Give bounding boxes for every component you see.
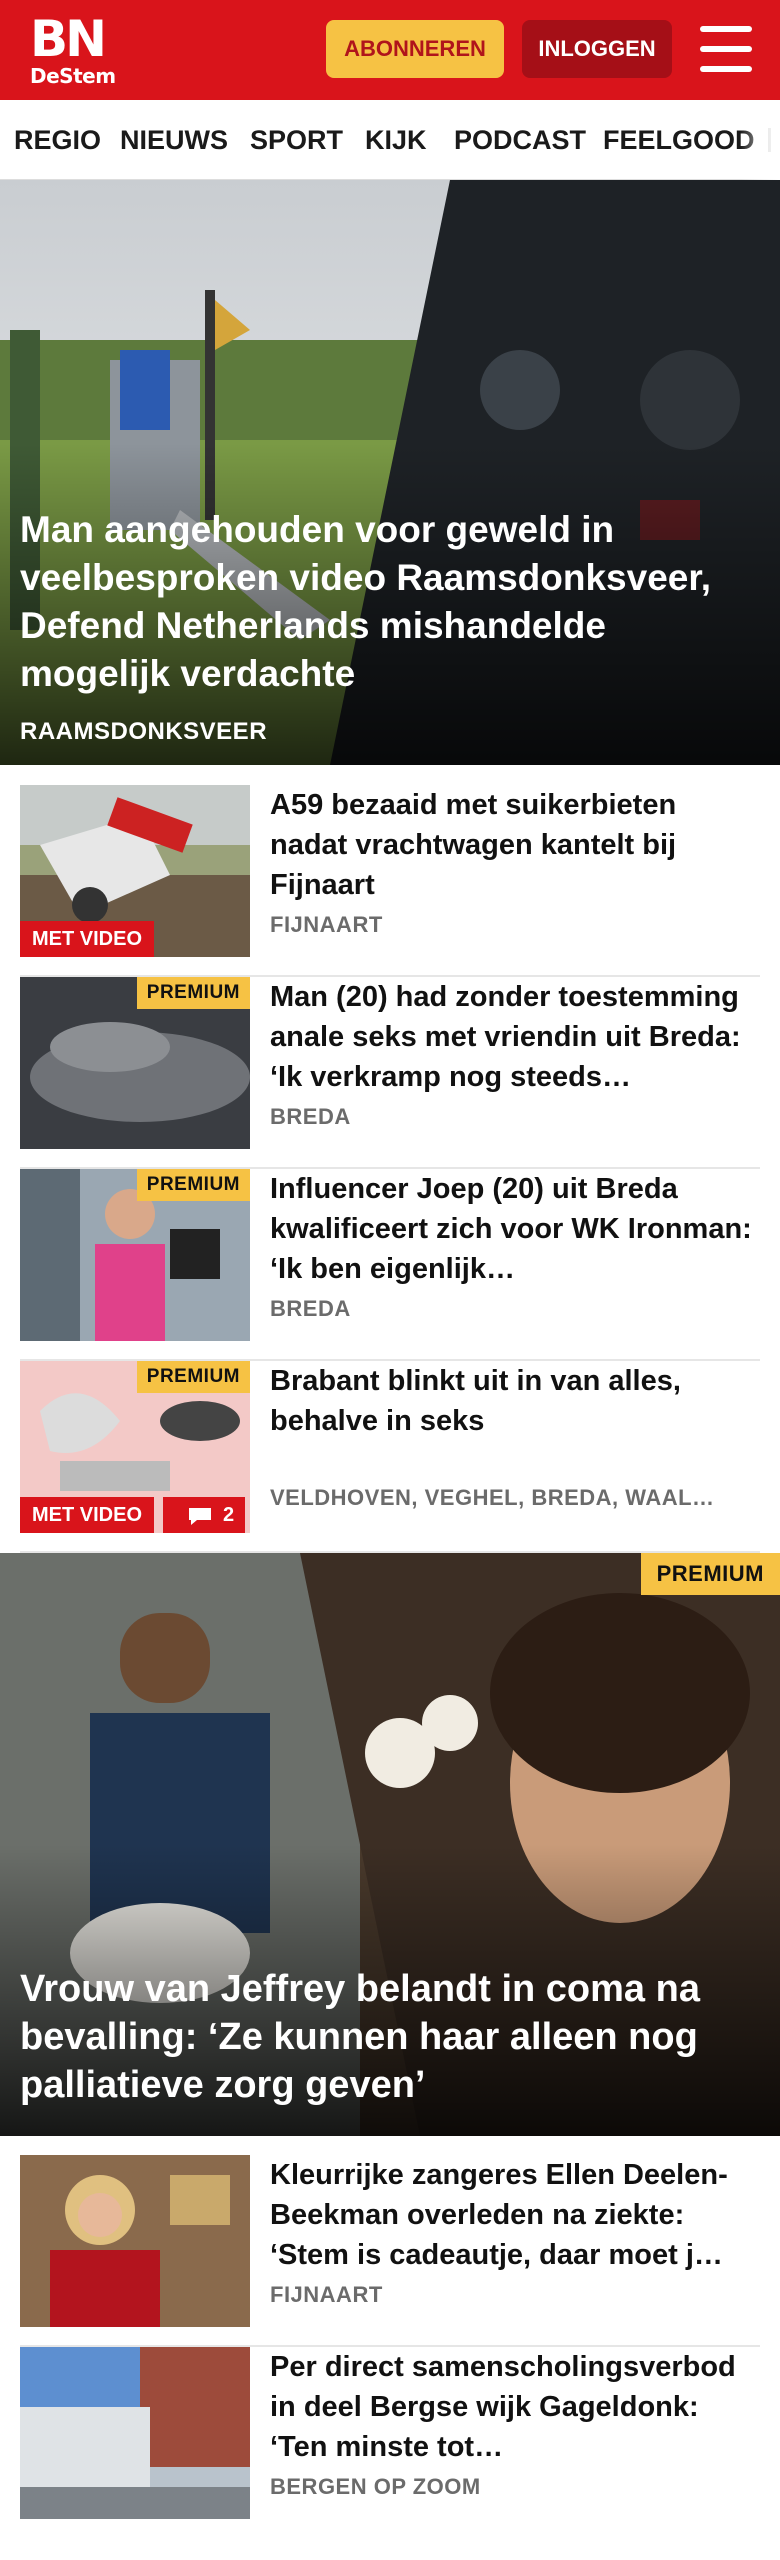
menu-icon[interactable]: [700, 26, 752, 72]
nav-item-kijk[interactable]: KIJK: [365, 100, 427, 180]
nav-item-regio[interactable]: REGIO: [14, 100, 101, 180]
feature-article[interactable]: PREMIUM Vrouw van Jeffrey belandt in com…: [0, 1553, 780, 2136]
feature-title: Vrouw van Jeffrey belandt in coma na bev…: [20, 1968, 700, 2106]
article-title: Man (20) had zonder toestem­ming anale s…: [270, 981, 741, 1093]
video-badge: MET VIDEO: [20, 1497, 155, 1533]
article-thumbnail: PREMIUM MET VIDEO 2: [20, 1361, 250, 1533]
list-item[interactable]: PREMIUM Influencer Joep (20) uit Breda k…: [20, 1169, 760, 1361]
article-location: BREDA: [270, 1296, 351, 1321]
article-thumbnail: MET VIDEO: [20, 785, 250, 957]
article-location: VELDHOVEN, VEGHEL, BREDA, WAAL…: [270, 1485, 715, 1510]
article-thumbnail: [20, 2347, 250, 2519]
nav-item-podcast[interactable]: PODCAST: [454, 100, 586, 180]
article-location: BREDA: [270, 1104, 351, 1129]
premium-badge: PREMIUM: [640, 1553, 780, 1595]
list-item[interactable]: MET VIDEO A59 bezaaid met suikerbieten n…: [20, 785, 760, 977]
premium-badge: PREMIUM: [136, 1361, 250, 1393]
nav-fade: [740, 100, 780, 180]
article-thumbnail: [20, 2155, 250, 2327]
comment-count: 2: [223, 1504, 235, 1526]
article-title: Brabant blinkt uit in van alles, behalve…: [270, 1365, 681, 1437]
site-header: BN DeStem ABONNEREN INLOGGEN: [0, 0, 780, 100]
site-logo[interactable]: BN DeStem: [30, 14, 116, 86]
logo-sub: DeStem: [30, 64, 116, 88]
premium-badge: PREMIUM: [136, 1169, 250, 1201]
list-item[interactable]: Per direct samenscholingsver­bod in deel…: [20, 2347, 760, 2539]
hero-title: Man aangehouden voor geweld in veelbespr…: [20, 509, 712, 694]
hero-article[interactable]: Man aangehouden voor geweld in veelbespr…: [0, 180, 780, 765]
article-title: A59 bezaaid met suikerbieten nadat vrach…: [270, 789, 677, 901]
article-title: Influencer Joep (20) uit Breda kwalifice…: [270, 1173, 752, 1285]
nav-item-feelgood[interactable]: FEELGOOD: [603, 100, 755, 180]
article-title: Kleurrijke zangeres Ellen Deelen-Beekman…: [270, 2159, 728, 2271]
login-button[interactable]: INLOGGEN: [522, 20, 672, 78]
logo-main: BN: [30, 10, 107, 68]
premium-badge: PREMIUM: [136, 977, 250, 1009]
video-badge: MET VIDEO: [20, 921, 155, 957]
hero-location: RAAMSDONKSVEER: [20, 718, 268, 745]
list-item[interactable]: Kleurrijke zangeres Ellen Deelen-Beekman…: [20, 2155, 760, 2347]
article-location: BERGEN OP ZOOM: [270, 2474, 481, 2499]
comment-count-badge[interactable]: 2: [163, 1497, 245, 1533]
article-location: FIJNAART: [270, 912, 383, 937]
section-nav: REGIO NIEUWS SPORT KIJK PODCAST FEELGOOD: [0, 100, 780, 180]
comment-icon: [189, 1508, 211, 1525]
article-location: FIJNAART: [270, 2282, 383, 2307]
nav-item-sport[interactable]: SPORT: [250, 100, 343, 180]
nav-item-nieuws[interactable]: NIEUWS: [120, 100, 228, 180]
article-thumbnail: PREMIUM: [20, 977, 250, 1149]
subscribe-button[interactable]: ABONNEREN: [326, 20, 504, 78]
list-item[interactable]: PREMIUM MET VIDEO 2 Brabant blinkt uit i…: [20, 1361, 760, 1553]
article-title: Per direct samenscholingsver­bod in deel…: [270, 2351, 736, 2463]
article-thumbnail: PREMIUM: [20, 1169, 250, 1341]
list-item[interactable]: PREMIUM Man (20) had zonder toestem­ming…: [20, 977, 760, 1169]
